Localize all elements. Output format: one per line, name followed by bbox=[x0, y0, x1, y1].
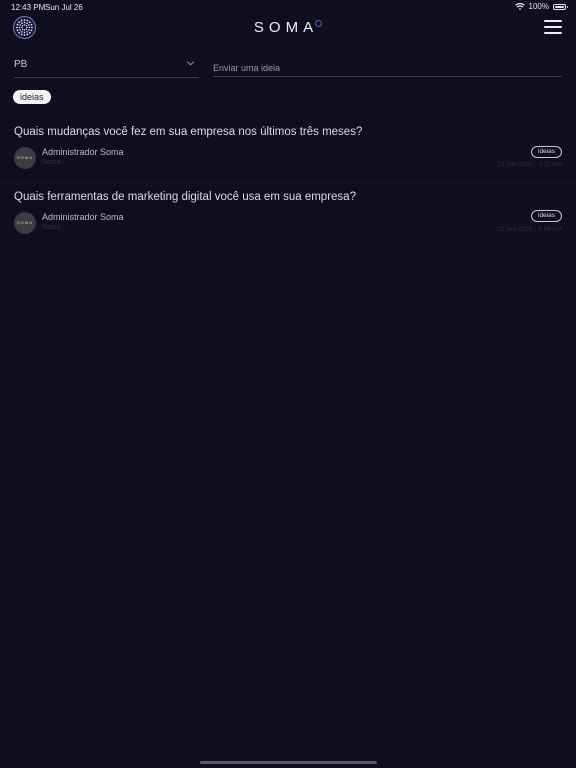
hamburger-menu-icon[interactable] bbox=[544, 20, 562, 34]
chevron-down-icon bbox=[187, 61, 194, 66]
top-header: SOMA bbox=[0, 14, 576, 42]
status-date: Sun Jul 26 bbox=[45, 3, 83, 12]
filter-chip-ideias[interactable]: ideias bbox=[13, 90, 51, 104]
category-select[interactable]: PB bbox=[14, 56, 199, 78]
status-right: 100% bbox=[514, 2, 568, 11]
status-time: 12:43 PM bbox=[11, 3, 46, 12]
category-select-value: PB bbox=[14, 59, 28, 70]
post-item[interactable]: Quais mudanças você fez em sua empresa n… bbox=[0, 124, 576, 184]
status-bar: 12:43 PM Sun Jul 26 100% bbox=[0, 0, 576, 14]
brand-title: SOMA bbox=[0, 19, 576, 36]
filter-row: PB bbox=[14, 56, 562, 78]
brand-name: SOMA bbox=[253, 19, 319, 36]
wifi-icon bbox=[514, 2, 525, 10]
post-datetime: 23 Jun 2020 - 3:08 AM bbox=[496, 226, 562, 233]
post-item[interactable]: Quais ferramentas de marketing digital v… bbox=[0, 189, 576, 249]
app-screen: 12:43 PM Sun Jul 26 100% SOMA PB Enviar … bbox=[0, 0, 576, 768]
post-question[interactable]: Quais ferramentas de marketing digital v… bbox=[14, 191, 562, 203]
avatar: SOMA bbox=[14, 212, 36, 234]
post-divider bbox=[0, 182, 576, 183]
idea-input[interactable] bbox=[213, 56, 562, 77]
post-tag[interactable]: ideias bbox=[531, 146, 562, 158]
post-author-sub: Soma bbox=[42, 159, 61, 166]
home-indicator[interactable] bbox=[200, 761, 377, 764]
post-question[interactable]: Quais mudanças você fez em sua empresa n… bbox=[14, 126, 562, 138]
battery-icon bbox=[553, 3, 568, 10]
post-author: Administrador Soma bbox=[42, 147, 124, 157]
battery-percent: 100% bbox=[528, 2, 549, 11]
avatar: SOMA bbox=[14, 147, 36, 169]
post-author: Administrador Soma bbox=[42, 212, 124, 222]
post-tag[interactable]: ideias bbox=[531, 210, 562, 222]
post-datetime: 23 Jun 2020 - 3:11 AM bbox=[497, 161, 562, 168]
post-author-sub: Soma bbox=[42, 224, 61, 231]
brand-dot-icon bbox=[315, 20, 323, 27]
